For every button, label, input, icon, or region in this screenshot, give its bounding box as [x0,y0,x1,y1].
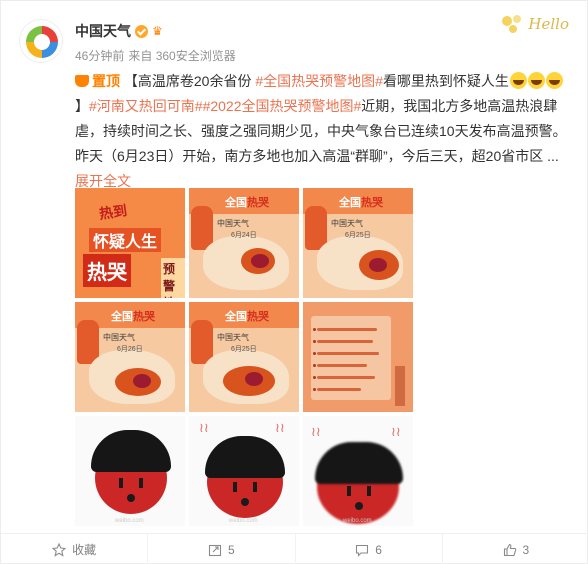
post-meta: 46分钟前 来自 360安全浏览器 [75,47,236,64]
post-text-intro: 【高温席卷20余省份 [123,73,256,89]
favorite-label: 收藏 [72,543,97,557]
verified-badge-icon [135,24,148,38]
flower-icon [502,15,521,33]
heat-core [251,254,269,268]
hello-sticker-text: Hello [528,15,569,33]
text-line [317,340,373,343]
image-thumbnail-map[interactable]: 全国热哭 中国天气 6月24日 [189,188,299,298]
like-button[interactable]: 3 [443,534,588,564]
sweat-emoji-icon [545,72,563,89]
heat-wave-icon: ≀≀ [275,420,285,435]
heat-core [245,372,263,386]
topic-link-2[interactable]: #河南又热回可南# [89,98,203,114]
map-title: 全国热哭 [111,311,155,323]
heat-wave-icon: ≀≀ [311,424,321,439]
text-line [317,388,361,391]
repost-button[interactable]: 5 [148,534,296,564]
text-line [317,376,375,379]
post-time[interactable]: 46分钟前 [75,47,124,64]
topic-link-1[interactable]: #全国热哭预警地图# [255,73,383,89]
image-thumbnail-map[interactable]: 全国热哭 中国天气 6月25日 [189,302,299,412]
cover-text-4: 预警地 [161,258,185,298]
cover-text-3: 热哭 [83,254,131,287]
repost-icon [208,544,222,556]
image-thumbnail-emoji[interactable]: ≀≀ ≀≀ weibo.com [189,416,299,526]
bullet-dot [313,352,316,355]
black-hair [315,442,403,484]
mouth [355,502,363,510]
post-source: 来自 360安全浏览器 [128,49,236,63]
text-line [317,352,379,355]
map-logo: 中国天气 [217,333,249,342]
action-bar: 收藏 5 6 3 [1,534,588,564]
bullet-dot [313,388,316,391]
image-thumbnail-map[interactable]: 全国热哭 中国天气 6月26日 [75,302,185,412]
avatar[interactable] [19,19,63,63]
bullet-dot [313,340,316,343]
image-watermark: weibo.com [229,518,258,524]
map-logo: 中国天气 [103,333,135,342]
cover-text-1: 热到 [98,202,128,222]
comment-button[interactable]: 6 [296,534,443,564]
mouth [127,494,135,502]
sweat-emoji-icon [527,72,545,89]
eyes [119,478,143,488]
bullet-dot [313,328,316,331]
text-line [317,364,367,367]
topic-link-3[interactable]: #2022全国热哭预警地图# [203,98,362,114]
image-thumbnail-emoji[interactable]: weibo.com [75,416,185,526]
comment-count: 6 [375,542,382,557]
pin-label: 置顶 [92,73,120,89]
map-logo: 中国天气 [331,219,363,228]
thumbs-up-icon [503,543,516,556]
map-title: 全国热哭 [339,197,383,209]
post-text: 置顶 【高温席卷20余省份 #全国热哭预警地图#看哪里热到怀疑人生 】#河南又热… [75,69,567,194]
text-line [317,328,377,331]
bullet-dot [313,376,316,379]
author-name[interactable]: 中国天气 [75,21,131,41]
author-name-row: 中国天气 ♛ [75,21,163,41]
china-weather-logo-icon [26,26,58,58]
image-watermark: weibo.com [343,518,372,524]
favorite-button[interactable]: 收藏 [1,534,149,564]
image-thumbnail-emoji[interactable]: ≀≀ ≀≀ weibo.com [303,416,413,526]
black-hair [205,436,285,478]
image-thumbnail-list[interactable] [303,302,413,412]
map-logo: 中国天气 [217,219,249,228]
sweat-emoji-icon [509,72,527,89]
black-hair [91,430,171,472]
heat-wave-icon: ≀≀ [199,420,209,435]
post-text-bracket: 】 [75,98,89,114]
mouth [241,498,249,506]
expand-full-text-link[interactable]: 展开全文 [75,173,131,189]
eyes [347,486,371,496]
pin-icon [75,75,89,87]
image-thumbnail-map[interactable]: 全国热哭 中国天气 6月25日 [303,188,413,298]
building-icon [395,366,405,406]
heat-core [133,374,151,388]
map-date: 6月25日 [345,232,371,239]
weibo-post-card: 中国天气 ♛ 46分钟前 来自 360安全浏览器 Hello 置顶 【高温席卷2… [0,0,588,564]
cover-text-2: 怀疑人生 [89,228,162,252]
post-text-mid: 看哪里热到怀疑人生 [382,73,509,89]
map-title: 全国热哭 [225,311,269,323]
repost-count: 5 [228,542,235,557]
heat-core [369,258,387,272]
comment-icon [356,544,369,557]
star-icon [52,542,67,557]
image-watermark: weibo.com [115,518,144,524]
vip-crown-icon: ♛ [152,24,163,38]
like-count: 3 [522,542,530,557]
image-thumbnail-cover[interactable]: 热到 怀疑人生 热哭 预警地 [75,188,185,298]
bullet-dot [313,364,316,367]
map-date: 6月26日 [117,346,143,353]
eyes [233,482,257,492]
map-date: 6月24日 [231,232,257,239]
image-grid: 热到 怀疑人生 热哭 预警地 全国热哭 中国天气 6月24日 全国热哭 中国天气… [75,188,413,526]
map-title: 全国热哭 [225,197,269,209]
decorative-sticker: Hello [497,9,573,37]
map-date: 6月25日 [231,346,257,353]
heat-wave-icon: ≀≀ [391,424,401,439]
